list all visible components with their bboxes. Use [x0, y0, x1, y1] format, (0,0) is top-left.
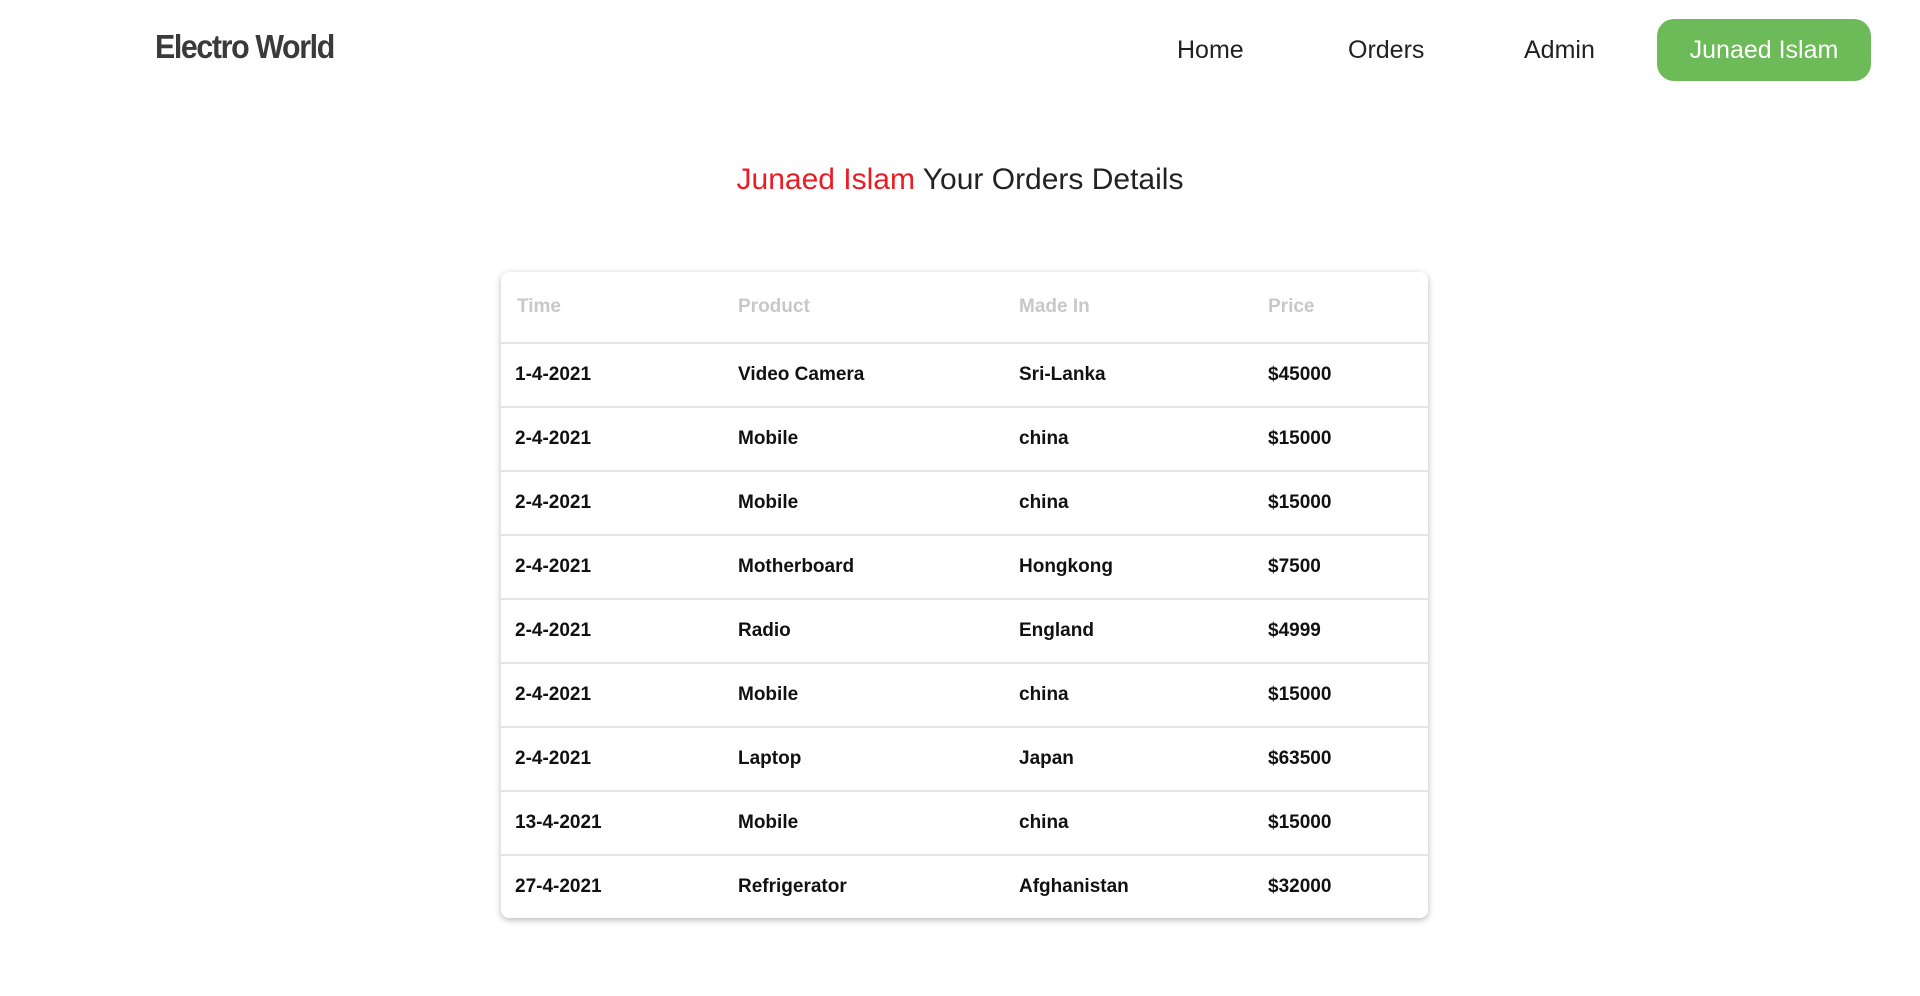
column-header-time: Time — [501, 272, 738, 344]
cell-made-in: Japan — [1019, 727, 1268, 792]
cell-product: Radio — [738, 599, 1019, 664]
cell-made-in: china — [1019, 791, 1268, 856]
cell-price: $63500 — [1268, 727, 1428, 792]
cell-made-in: Sri-Lanka — [1019, 343, 1268, 408]
orders-table: Time Product Made In Price 1-4-2021 Vide… — [501, 272, 1428, 918]
cell-made-in: china — [1019, 663, 1268, 728]
cell-made-in: Hongkong — [1019, 535, 1268, 600]
table-row: 2-4-2021 Mobile china $15000 — [501, 663, 1428, 728]
cell-made-in: England — [1019, 599, 1268, 664]
cell-price: $15000 — [1268, 663, 1428, 728]
cell-price: $45000 — [1268, 343, 1428, 408]
cell-time: 2-4-2021 — [501, 663, 738, 728]
cell-made-in: Afghanistan — [1019, 876, 1129, 897]
table-row: 2-4-2021 Radio England $4999 — [501, 599, 1428, 664]
cell-price: $15000 — [1268, 471, 1428, 536]
cell-made-in: china — [1019, 407, 1268, 472]
orders-table-card: Time Product Made In Price 1-4-2021 Vide… — [501, 272, 1428, 918]
page-title: Junaed Islam Your Orders Details — [0, 163, 1920, 197]
cell-time: 2-4-2021 — [501, 727, 738, 792]
cell-time: 27-4-2021 — [515, 876, 602, 897]
heading-suffix: Your Orders Details — [914, 163, 1184, 196]
column-header-made-in: Made In — [1019, 272, 1268, 344]
cell-product: Mobile — [738, 663, 1019, 728]
nav-home-link[interactable]: Home — [1177, 19, 1244, 81]
cell-product: Laptop — [738, 727, 1019, 792]
table-row: 1-4-2021 Video Camera Sri-Lanka $45000 — [501, 343, 1428, 408]
cell-time: 2-4-2021 — [501, 471, 738, 536]
column-header-price: Price — [1268, 272, 1428, 344]
cell-time: 1-4-2021 — [501, 343, 738, 408]
user-account-button[interactable]: Junaed Islam — [1657, 19, 1871, 81]
table-header-row: Time Product Made In Price — [501, 272, 1428, 344]
cell-price: $15000 — [1268, 407, 1428, 472]
cell-price: $32000 — [1268, 876, 1332, 897]
table-row: 2-4-2021 Mobile china $15000 — [501, 407, 1428, 472]
cell-time: 2-4-2021 — [501, 599, 738, 664]
table-row: 2-4-2021 Mobile china $15000 — [501, 471, 1428, 536]
table-row: 2-4-2021 Laptop Japan $63500 — [501, 727, 1428, 792]
table-row: 27-4-2021 Refrigerator Afghanistan $3200… — [501, 855, 1428, 918]
cell-time: 13-4-2021 — [501, 791, 738, 856]
cell-made-in: china — [1019, 471, 1268, 536]
cell-time: 2-4-2021 — [501, 535, 738, 600]
cell-price: $15000 — [1268, 791, 1428, 856]
cell-product: Motherboard — [738, 535, 1019, 600]
cell-price: $7500 — [1268, 535, 1428, 600]
nav-orders-link[interactable]: Orders — [1348, 19, 1424, 81]
cell-product: Video Camera — [738, 343, 1019, 408]
cell-product: Mobile — [738, 407, 1019, 472]
table-row: 2-4-2021 Motherboard Hongkong $7500 — [501, 535, 1428, 600]
cell-product: Mobile — [738, 471, 1019, 536]
heading-user-name: Junaed Islam — [736, 163, 915, 196]
cell-product: Refrigerator — [738, 876, 847, 897]
cell-price: $4999 — [1268, 599, 1428, 664]
cell-time: 2-4-2021 — [501, 407, 738, 472]
nav-admin-link[interactable]: Admin — [1524, 19, 1595, 81]
main-nav: Home Orders Admin Junaed Islam — [0, 19, 1920, 81]
cell-product: Mobile — [738, 791, 1019, 856]
column-header-product: Product — [738, 272, 1019, 344]
table-row: 13-4-2021 Mobile china $15000 — [501, 791, 1428, 856]
top-navbar: Electro World Home Orders Admin Junaed I… — [0, 0, 1920, 100]
